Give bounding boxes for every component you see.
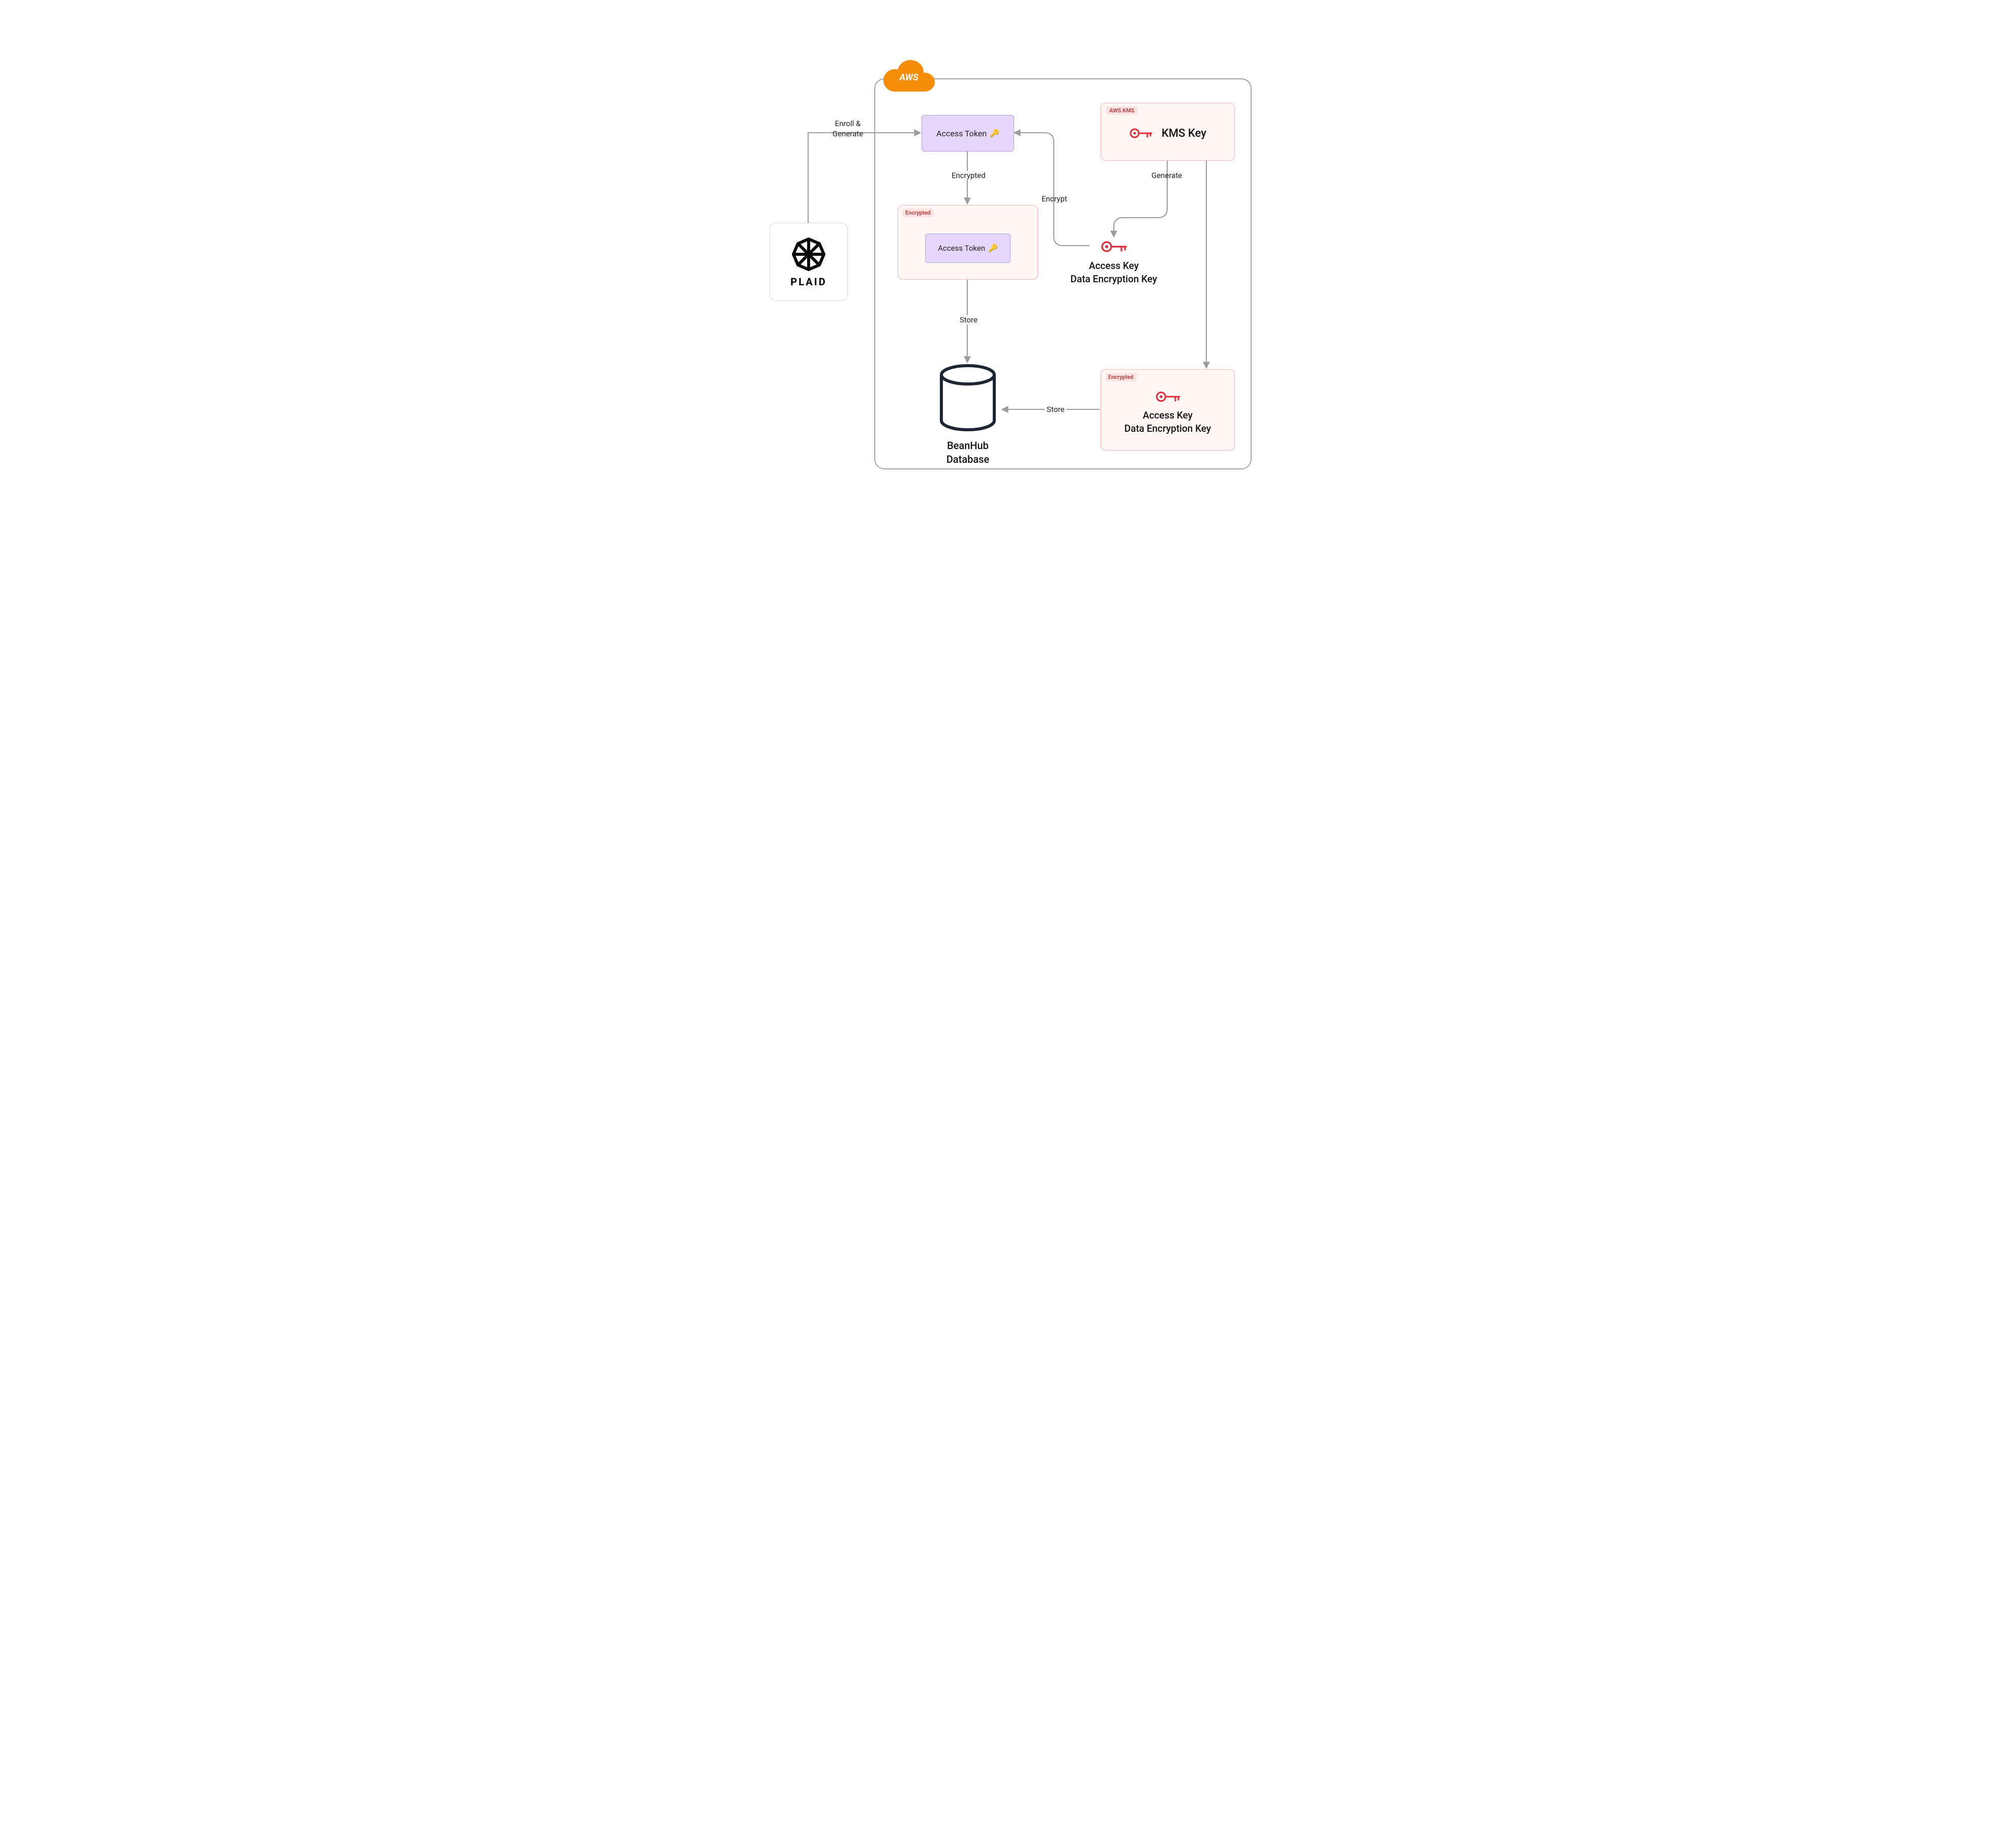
dek-line2: Data Encryption Key [1071, 273, 1157, 285]
plaid-logo-icon [790, 236, 827, 273]
access-token-encrypted-inner: Access Token 🔑 [925, 233, 1011, 263]
access-token-plain-label: Access Token [936, 129, 987, 138]
encrypted-access-token-box: Encrypted Access Token 🔑 [898, 205, 1038, 280]
encrypted-tag: Encrypted [902, 209, 934, 217]
edge-label-encrypted: Encrypted [950, 171, 988, 180]
key-emoji-icon: 🔑 [990, 129, 999, 138]
db-line2: Database [946, 453, 989, 465]
access-token-encrypted-label: Access Token [938, 244, 985, 253]
encrypted-dek-box: Encrypted Access Key Data Encryption Key [1101, 369, 1235, 451]
aws-cloud-badge: AWS [881, 58, 937, 94]
data-encryption-key-plain: Access Key Data Encryption Key [1059, 238, 1169, 285]
edge-label-store-1: Store [958, 315, 980, 324]
dek-enc-line2: Data Encryption Key [1124, 423, 1211, 434]
edge-label-enroll: Enroll & Generate [825, 119, 871, 139]
key-emoji-icon: 🔑 [988, 244, 998, 253]
key-icon [1129, 126, 1152, 141]
beanhub-database: BeanHub Database [935, 364, 1001, 466]
database-icon [935, 364, 1001, 433]
dek-line1: Access Key [1089, 260, 1139, 272]
edge-label-store-2: Store [1045, 405, 1066, 414]
key-icon [1155, 389, 1180, 405]
plaid-label: PLAID [790, 276, 826, 288]
key-icon [1101, 238, 1127, 255]
access-token-plain: Access Token 🔑 [922, 115, 1014, 152]
edge-label-generate: Generate [1151, 171, 1182, 180]
kms-key-label: KMS Key [1162, 127, 1206, 140]
edge-label-encrypt: Encrypt [1042, 194, 1067, 203]
dek-enc-line1: Access Key [1143, 409, 1193, 421]
aws-label: AWS [881, 58, 937, 94]
kms-key-box: AWS KMS KMS Key [1101, 103, 1235, 161]
plaid-card: PLAID [769, 223, 848, 301]
db-line1: BeanHub [947, 439, 989, 452]
